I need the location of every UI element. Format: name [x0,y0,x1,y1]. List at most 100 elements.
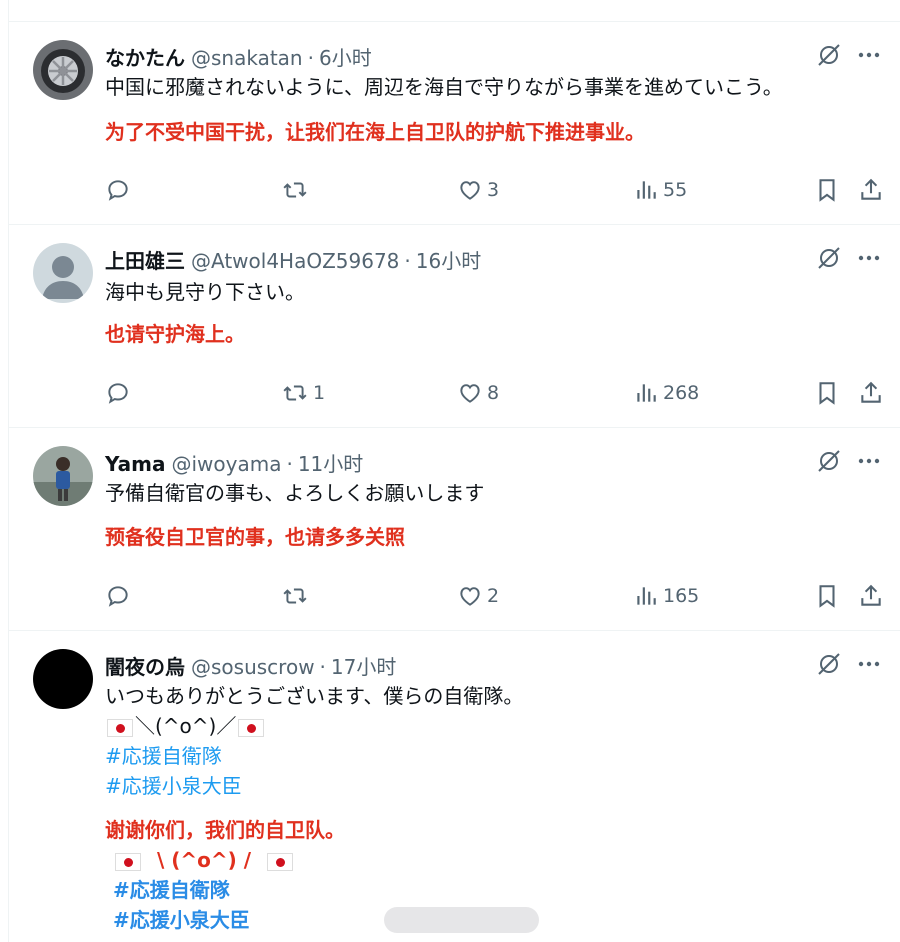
view-count: 165 [663,585,700,607]
reply-button[interactable] [105,583,135,609]
repost-icon [283,385,307,401]
reply-post[interactable]: 闇夜の烏 @sosuscrow · 17小时 いつもありがとうございます、僕らの… [9,631,900,942]
kaomoji: ＼(^o^)／ [135,714,237,738]
more-icon[interactable] [858,52,880,58]
kaomoji-line: ＼(^o^)／ [105,711,523,741]
repost-count: 1 [313,382,326,404]
share-button[interactable] [858,177,884,203]
views-icon [637,181,656,199]
reply-button[interactable] [105,177,135,203]
repost-icon [283,588,307,604]
grok-icon[interactable] [816,651,842,677]
reply-post[interactable]: なかたん @snakatan · 6小时 中国に邪魔されないように、周辺を海自で… [9,22,900,225]
separator: · [286,452,293,476]
reply-feed: なかたん @snakatan · 6小时 中国に邪魔されないように、周辺を海自で… [8,0,900,942]
action-bar: 3 55 [105,175,884,205]
display-name[interactable]: Yama [105,452,165,476]
japan-flag-icon [107,718,133,737]
translation-text: 谢谢你们，我们的自卫队。 [105,818,345,842]
views-icon [637,587,656,605]
translation-text: 预备役自卫官的事，也请多多关照 [105,525,405,549]
reply-icon [108,586,128,607]
like-count: 3 [487,179,500,201]
bookmark-icon [819,382,835,405]
translation-kaomoji: \ (^o^) / [156,848,252,872]
avatar[interactable] [33,40,93,100]
avatar[interactable] [33,649,93,709]
display-name[interactable]: 闇夜の烏 [105,651,185,680]
avatar[interactable] [33,446,93,506]
translation-text: 为了不受中国干扰，让我们在海上自卫队的护航下推进事业。 [105,120,645,144]
bookmark-button[interactable] [814,177,840,203]
post-header: 上田雄三 @Atwol4HaOZ59678 · 16小时 [105,245,481,274]
heart-icon [460,587,480,606]
like-count: 8 [487,382,500,404]
like-button[interactable]: 8 [457,380,499,406]
more-icon[interactable] [858,255,880,261]
user-handle[interactable]: @snakatan [191,46,303,70]
repost-button[interactable]: 1 [281,380,325,406]
translation-hashtag: #応援自衛隊 [113,878,230,902]
bookmark-button[interactable] [814,583,840,609]
repost-icon [283,182,307,198]
post-time[interactable]: 17小时 [331,651,396,680]
reply-post[interactable]: 上田雄三 @Atwol4HaOZ59678 · 16小时 海中も見守り下さい。 … [9,225,900,428]
grok-icon[interactable] [816,245,842,271]
hashtag-link[interactable]: #応援自衛隊 [105,741,523,771]
more-icon[interactable] [858,661,880,667]
translation-hashtag: #応援小泉大臣 [113,908,250,932]
reply-icon [108,180,128,201]
repost-button[interactable] [281,583,313,609]
views-button[interactable]: 268 [633,380,699,406]
post-top-icons [816,448,880,474]
user-handle[interactable]: @iwoyama [171,452,281,476]
post-header: なかたん @snakatan · 6小时 [105,42,372,71]
post-header: 闇夜の烏 @sosuscrow · 17小时 [105,651,396,680]
user-handle[interactable]: @sosuscrow [191,655,315,679]
heart-icon [460,384,480,403]
grok-icon[interactable] [816,448,842,474]
translation-block: 谢谢你们，我们的自卫队。 \ (^o^) / #応援自衛隊 #応援小泉大臣 [105,815,345,935]
share-button[interactable] [858,380,884,406]
view-count: 55 [663,179,688,201]
more-icon[interactable] [858,458,880,464]
user-handle[interactable]: @Atwol4HaOZ59678 [191,249,399,273]
post-text: 中国に邪魔されないように、周辺を海自で守りながら事業を進めていこう。 [105,75,783,99]
post-text: いつもありがとうございます、僕らの自衛隊。 ＼(^o^)／ #応援自衛隊 #応援… [105,681,523,801]
post-time[interactable]: 6小时 [319,42,372,71]
reply-post[interactable]: Yama @iwoyama · 11小时 予備自衛官の事も、よろしくお願いします… [9,428,900,631]
bookmark-icon [819,585,835,608]
post-text: 海中も見守り下さい。 [105,280,305,304]
bookmark-button[interactable] [814,380,840,406]
grok-icon[interactable] [816,42,842,68]
post-time[interactable]: 11小时 [298,448,363,477]
views-icon [637,384,656,402]
post-text-line: いつもありがとうございます、僕らの自衛隊。 [105,684,524,708]
post-text: 予備自衛官の事も、よろしくお願いします [105,481,485,505]
share-button[interactable] [858,583,884,609]
display-name[interactable]: なかたん [105,42,185,71]
display-name[interactable]: 上田雄三 [105,245,185,274]
heart-icon [460,181,480,200]
japan-flag-icon [266,852,293,871]
share-icon [861,178,881,200]
post-time[interactable]: 16小时 [416,245,481,274]
hashtag-link[interactable]: #応援小泉大臣 [105,771,523,801]
like-button[interactable]: 2 [457,583,499,609]
avatar[interactable] [33,243,93,303]
like-count: 2 [487,585,500,607]
like-button[interactable]: 3 [457,177,499,203]
views-button[interactable]: 165 [633,583,699,609]
action-bar: 2 165 [105,581,884,611]
separator: · [307,46,314,70]
post-header: Yama @iwoyama · 11小时 [105,448,363,477]
post-top-icons [816,651,880,677]
views-button[interactable]: 55 [633,177,687,203]
translation-kaomoji-line: \ (^o^) / [105,845,345,875]
repost-button[interactable] [281,177,313,203]
reply-button[interactable] [105,380,135,406]
japan-flag-icon [115,852,141,871]
watermark [384,907,539,933]
share-icon [861,381,881,403]
japan-flag-icon [238,718,265,737]
